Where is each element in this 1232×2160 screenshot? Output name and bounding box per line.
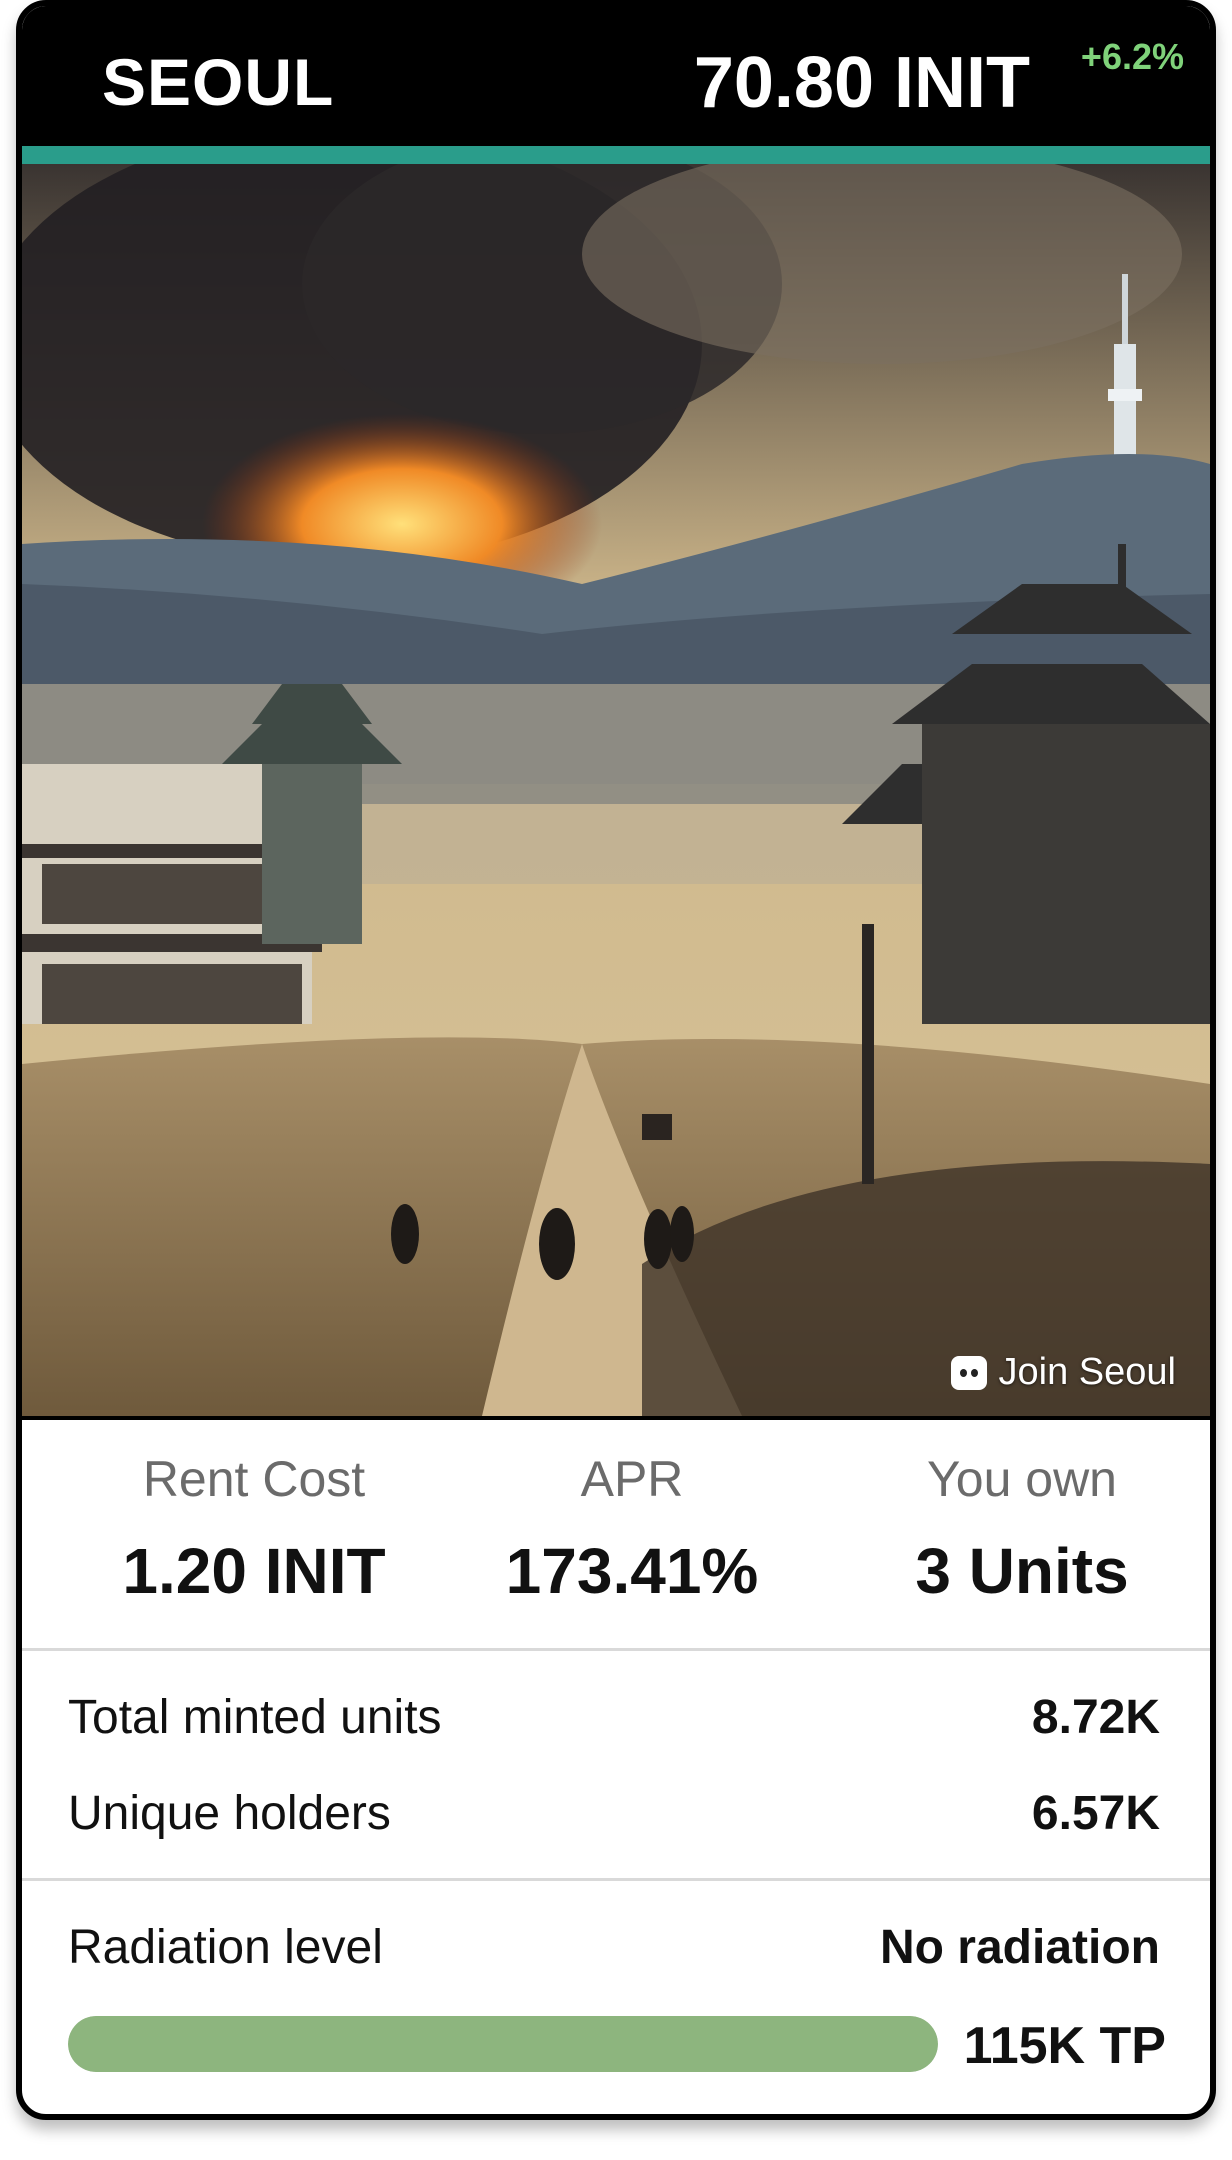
radiation-meter <box>68 2016 938 2072</box>
hero-illustration <box>22 164 1210 1416</box>
divider <box>22 1878 1210 1881</box>
rent-cost-stat: Rent Cost 1.20 INIT <box>74 1450 434 1608</box>
owned-units-stat: You own 3 Units <box>842 1450 1202 1608</box>
unique-holders-value: 6.57K <box>1031 1787 1160 1840</box>
total-minted-value: 8.72K <box>1031 1691 1160 1744</box>
accent-bar <box>22 146 1210 164</box>
rent-cost-label: Rent Cost <box>142 1451 366 1507</box>
radiation-label: Radiation level <box>68 1921 383 1974</box>
divider <box>22 1648 1210 1651</box>
discord-icon <box>950 1355 987 1390</box>
owned-units-value: 3 Units <box>915 1535 1129 1607</box>
apr-stat: APR 173.41% <box>452 1450 812 1608</box>
city-hero-image: Join Seoul <box>22 164 1210 1416</box>
tp-value: 115K TP <box>963 2017 1166 2075</box>
radiation-meter-fill <box>68 2016 938 2072</box>
owned-units-label: You own <box>927 1451 1117 1507</box>
city-card: SEOUL 70.80 INIT +6.2% Join Seoul Rent C… <box>16 0 1216 2120</box>
card-header: SEOUL 70.80 INIT +6.2% <box>22 6 1210 150</box>
apr-label: APR <box>580 1451 684 1507</box>
unique-holders-label: Unique holders <box>68 1787 391 1840</box>
city-name: SEOUL <box>102 45 335 119</box>
price-value: 70.80 INIT <box>693 43 1030 123</box>
rent-cost-value: 1.20 INIT <box>122 1535 386 1607</box>
price-change-badge: +6.2% <box>1080 36 1184 77</box>
join-city-link[interactable]: Join Seoul <box>950 1351 1176 1394</box>
stats-panel: Rent Cost 1.20 INIT APR 173.41% You own … <box>22 1416 1210 1656</box>
apr-value: 173.41% <box>505 1535 759 1607</box>
total-minted-label: Total minted units <box>68 1691 442 1744</box>
join-city-label: Join Seoul <box>998 1351 1176 1393</box>
radiation-value: No radiation <box>879 1921 1160 1974</box>
